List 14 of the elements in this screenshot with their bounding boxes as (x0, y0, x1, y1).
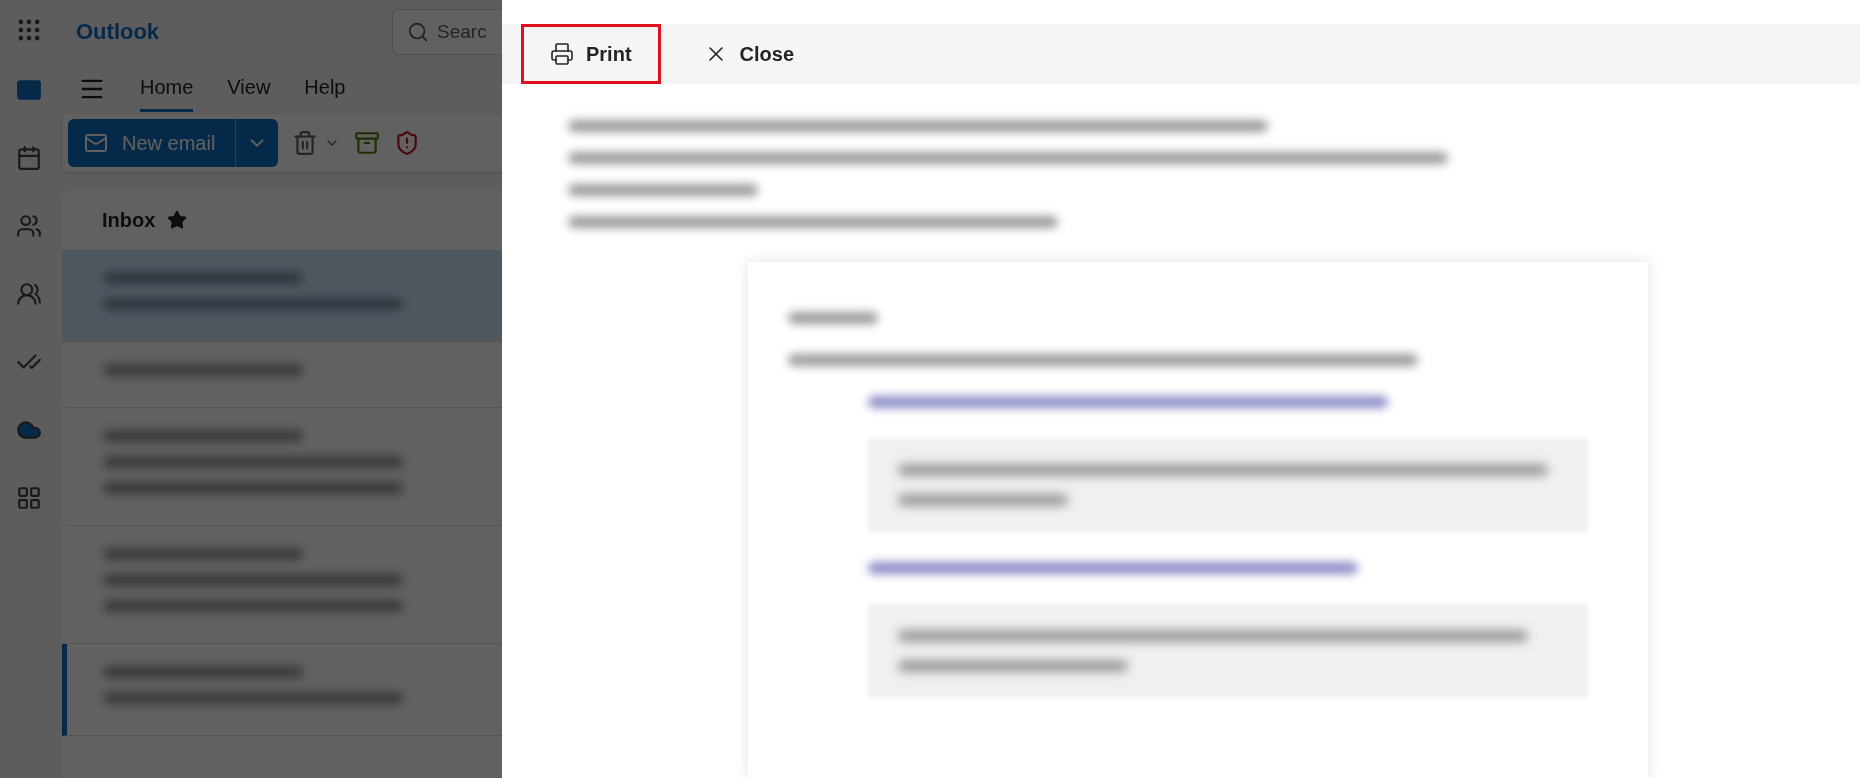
new-email-button[interactable]: New email (68, 119, 279, 167)
star-icon[interactable] (167, 210, 188, 230)
message-row[interactable] (62, 644, 502, 736)
message-row[interactable] (62, 250, 502, 342)
archive-icon[interactable] (354, 130, 381, 156)
folder-name: Inbox (102, 208, 156, 232)
app-title: Outlook (76, 19, 160, 45)
print-button[interactable]: Print (521, 24, 661, 84)
close-button[interactable]: Close (674, 24, 824, 84)
search-field[interactable]: Searc (392, 9, 502, 55)
ribbon-tab[interactable]: View (227, 66, 271, 112)
search-icon (407, 21, 429, 43)
printer-icon (550, 42, 574, 66)
ribbon-tab[interactable]: Help (304, 66, 346, 112)
